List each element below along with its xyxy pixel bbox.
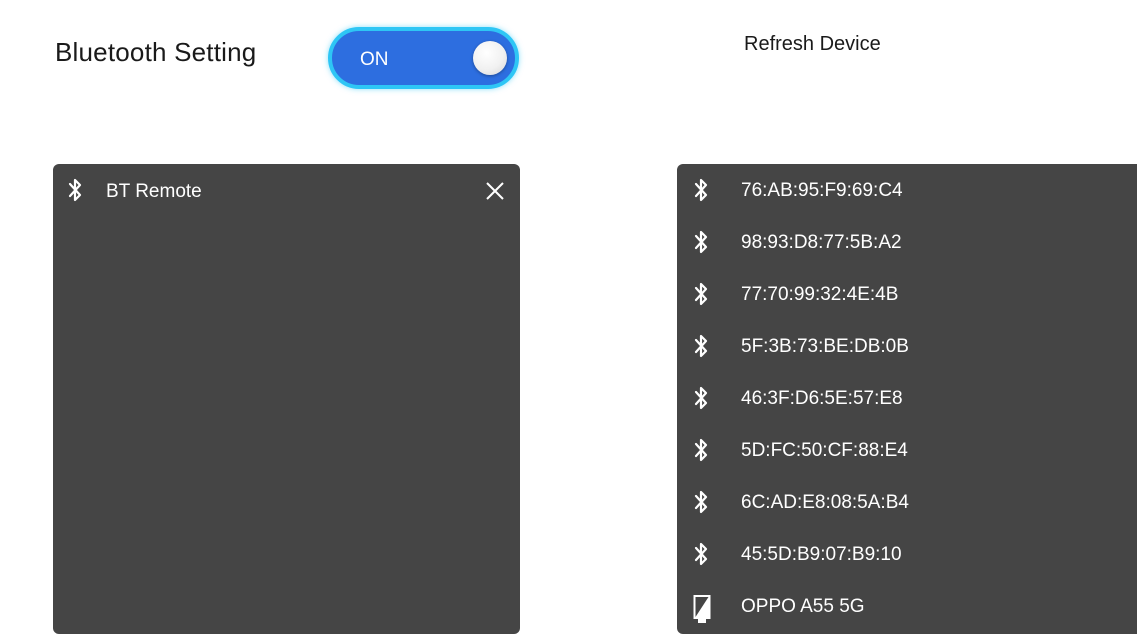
- paired-devices-panel: BT Remote: [53, 164, 520, 634]
- device-row[interactable]: 77:70:99:32:4E:4B: [677, 268, 1137, 320]
- device-name: OPPO A55 5G: [741, 596, 865, 617]
- phone-icon: [693, 593, 711, 623]
- close-icon[interactable]: [484, 180, 506, 202]
- device-name: 46:3F:D6:5E:57:E8: [741, 388, 903, 409]
- toggle-state-label: ON: [360, 49, 389, 70]
- bluetooth-toggle[interactable]: ON: [328, 27, 519, 89]
- bluetooth-icon: [693, 333, 709, 359]
- device-row[interactable]: 5D:FC:50:CF:88:E4: [677, 424, 1137, 476]
- refresh-device-button[interactable]: Refresh Device: [744, 33, 881, 56]
- device-row[interactable]: OPPO A55 5G: [677, 580, 1137, 632]
- device-row[interactable]: 6C:AD:E8:08:5A:B4: [677, 476, 1137, 528]
- bluetooth-icon: [693, 541, 709, 567]
- bluetooth-icon: [693, 489, 709, 515]
- device-row[interactable]: 46:3F:D6:5E:57:E8: [677, 372, 1137, 424]
- device-name: 76:AB:95:F9:69:C4: [741, 180, 903, 201]
- paired-device-name: BT Remote: [106, 181, 202, 202]
- bluetooth-icon: [693, 281, 709, 307]
- device-row[interactable]: 98:93:D8:77:5B:A2: [677, 216, 1137, 268]
- bluetooth-icon: [67, 177, 83, 203]
- bluetooth-icon: [693, 437, 709, 463]
- device-name: 77:70:99:32:4E:4B: [741, 284, 899, 305]
- bluetooth-icon: [693, 385, 709, 411]
- device-row[interactable]: 5F:3B:73:BE:DB:0B: [677, 320, 1137, 372]
- device-name: 5F:3B:73:BE:DB:0B: [741, 336, 909, 357]
- device-name: 6C:AD:E8:08:5A:B4: [741, 492, 909, 513]
- page-title: Bluetooth Setting: [55, 37, 257, 67]
- device-row[interactable]: 76:AB:95:F9:69:C4: [677, 164, 1137, 216]
- device-name: 98:93:D8:77:5B:A2: [741, 232, 902, 253]
- bluetooth-icon: [693, 177, 709, 203]
- bluetooth-icon: [693, 229, 709, 255]
- paired-device-row[interactable]: BT Remote: [53, 164, 520, 216]
- toggle-knob: [473, 41, 507, 75]
- device-name: 45:5D:B9:07:B9:10: [741, 544, 902, 565]
- available-devices-panel: 76:AB:95:F9:69:C4 98:93:D8:77:5B:A2 77:7…: [677, 164, 1137, 634]
- device-name: 5D:FC:50:CF:88:E4: [741, 440, 908, 461]
- device-row[interactable]: 45:5D:B9:07:B9:10: [677, 528, 1137, 580]
